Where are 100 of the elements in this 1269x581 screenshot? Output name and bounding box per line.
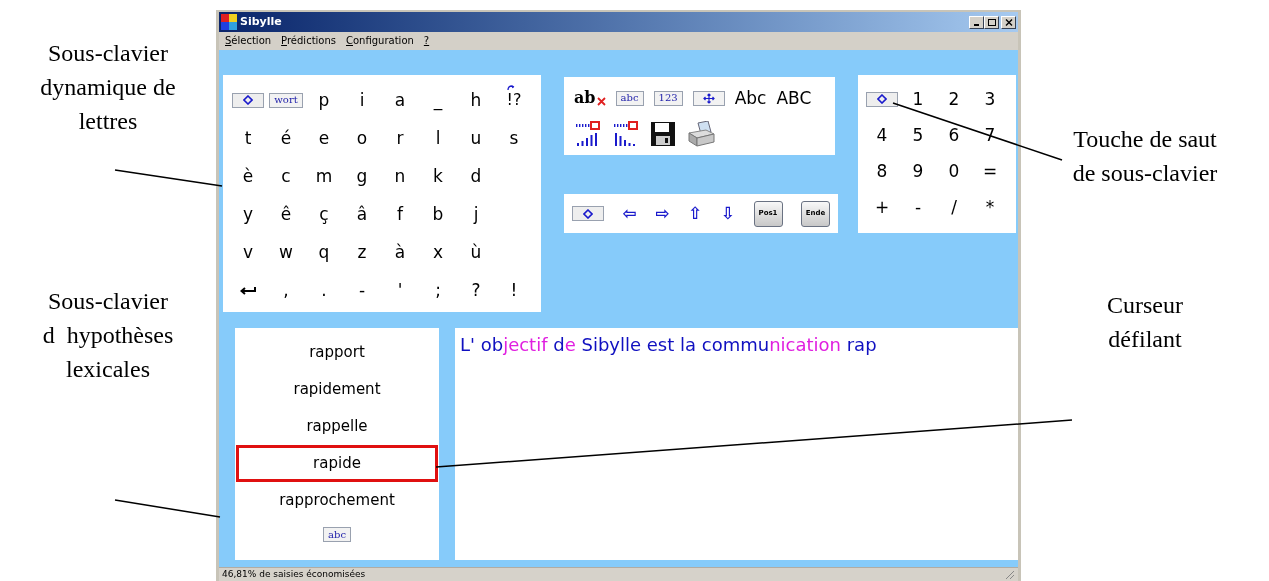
annotation-text: Curseur: [1107, 291, 1183, 320]
cycle-arrow-icon: [506, 85, 515, 92]
key[interactable]: !: [510, 281, 518, 299]
key[interactable]: f: [397, 205, 403, 223]
status-text: 46,81% de saisies économisées: [222, 570, 366, 579]
move-icon: [702, 92, 715, 104]
decrease-button[interactable]: [612, 121, 640, 147]
key[interactable]: 3: [984, 90, 996, 108]
key[interactable]: ;: [435, 281, 441, 299]
enter-key[interactable]: [240, 285, 256, 295]
key[interactable]: s: [509, 129, 519, 147]
menu-item[interactable]: Configuration: [346, 36, 414, 46]
key[interactable]: 9: [912, 162, 924, 180]
key[interactable]: i: [359, 91, 365, 109]
key[interactable]: à: [394, 243, 406, 261]
key[interactable]: g: [356, 167, 368, 185]
resize-grip-icon: [1005, 569, 1015, 580]
key[interactable]: ê: [280, 205, 292, 223]
jump-key[interactable]: [866, 91, 898, 107]
text-editor[interactable]: L' objectif de Sibylle est la communication rap: [455, 328, 1018, 560]
key[interactable]: +: [874, 198, 890, 216]
key[interactable]: é: [280, 129, 292, 147]
key[interactable]: m: [315, 167, 333, 185]
key[interactable]: r: [396, 129, 404, 147]
word-suggestion[interactable]: rapprochement: [235, 482, 439, 519]
key[interactable]: x: [432, 243, 444, 261]
tile-key[interactable]: wort: [269, 92, 303, 108]
tile-key[interactable]: abc: [615, 90, 644, 106]
minimize-button[interactable]: [969, 15, 984, 29]
key[interactable]: t: [244, 129, 252, 147]
key[interactable]: q: [318, 243, 330, 261]
key[interactable]: 0: [948, 162, 960, 180]
key[interactable]: 1: [912, 90, 924, 108]
key[interactable]: ?: [471, 281, 481, 299]
key[interactable]: 6: [948, 126, 960, 144]
spell-check-button[interactable]: ab: [574, 90, 606, 106]
annotation-text: de sous-clavier: [1072, 159, 1218, 188]
key[interactable]: â: [356, 205, 368, 223]
print-button[interactable]: [686, 121, 716, 147]
key[interactable]: ABC: [776, 89, 812, 107]
key[interactable]: 2: [948, 90, 960, 108]
key[interactable]: p: [318, 91, 330, 109]
jump-key[interactable]: [232, 92, 264, 108]
word-suggestion[interactable]: rapidement: [235, 371, 439, 408]
key[interactable]: 4: [876, 126, 888, 144]
key[interactable]: n: [394, 167, 406, 185]
save-button[interactable]: [650, 121, 676, 147]
key[interactable]: ù: [470, 243, 482, 261]
arrow-key[interactable]: ⇦: [622, 205, 637, 222]
arrow-key[interactable]: ⇧: [688, 205, 703, 222]
key[interactable]: b: [432, 205, 444, 223]
punctuation-key[interactable]: !?: [506, 92, 522, 108]
window-title: Sibylle: [240, 13, 282, 30]
key[interactable]: ,: [283, 281, 289, 299]
key[interactable]: _: [433, 91, 443, 109]
key[interactable]: 8: [876, 162, 888, 180]
tile-key[interactable]: 123: [653, 90, 683, 106]
key[interactable]: l: [435, 129, 441, 147]
key[interactable]: y: [242, 205, 254, 223]
key[interactable]: Abc: [734, 89, 767, 107]
key[interactable]: .: [321, 281, 327, 299]
arrow-key[interactable]: ⇨: [655, 205, 670, 222]
diamond-icon: [877, 94, 887, 104]
word-suggestion[interactable]: rappelle: [235, 408, 439, 445]
rising-bars-icon: [574, 121, 602, 147]
close-button[interactable]: [1001, 15, 1016, 29]
key[interactable]: k: [433, 167, 443, 185]
key[interactable]: v: [242, 243, 254, 261]
increase-button[interactable]: [574, 121, 602, 147]
key[interactable]: o: [356, 129, 368, 147]
arrow-key[interactable]: ⇩: [720, 205, 735, 222]
key[interactable]: -: [914, 198, 922, 216]
tile-key[interactable]: abc: [323, 527, 351, 542]
key[interactable]: è: [242, 167, 254, 185]
move-key[interactable]: [692, 90, 725, 106]
key[interactable]: w: [279, 243, 293, 261]
key[interactable]: z: [357, 243, 367, 261]
word-suggestion[interactable]: rapport: [235, 334, 439, 371]
annotation-text: dynamique de: [40, 73, 176, 102]
key[interactable]: =: [982, 162, 998, 180]
menu-item[interactable]: Prédictions: [281, 36, 336, 46]
maximize-icon: [987, 18, 996, 26]
key[interactable]: c: [281, 167, 291, 185]
key[interactable]: a: [394, 91, 406, 109]
key[interactable]: -: [358, 281, 366, 299]
key[interactable]: j: [473, 205, 479, 223]
jump-key[interactable]: [572, 206, 604, 221]
key[interactable]: ç: [319, 205, 329, 223]
maximize-button[interactable]: [984, 15, 999, 29]
menu-item[interactable]: Sélection: [225, 36, 272, 46]
word-suggestion[interactable]: rapide: [236, 445, 438, 482]
key[interactable]: d: [470, 167, 482, 185]
menu-item[interactable]: ?: [423, 36, 430, 46]
key[interactable]: h: [470, 91, 482, 109]
key[interactable]: /: [951, 198, 957, 216]
key[interactable]: 5: [912, 126, 924, 144]
key[interactable]: *: [985, 198, 995, 216]
key[interactable]: e: [318, 129, 330, 147]
key[interactable]: ': [397, 281, 403, 299]
key[interactable]: u: [470, 129, 482, 147]
